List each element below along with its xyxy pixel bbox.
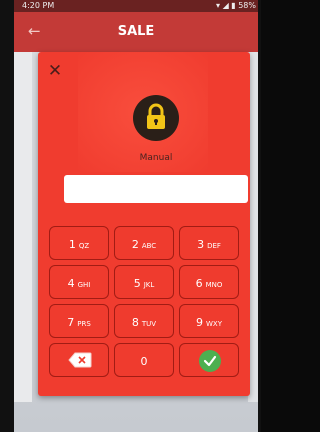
device-screen: 4:20 PM ▾ ◢ ▮ 58% ← SALE ✕ Manual 1 QZ 2… (14, 0, 258, 432)
key-letters: PRS (77, 320, 91, 328)
close-icon[interactable]: ✕ (47, 63, 63, 80)
confirm-key[interactable] (179, 343, 239, 377)
screenshot-frame: 4:20 PM ▾ ◢ ▮ 58% ← SALE ✕ Manual 1 QZ 2… (0, 0, 261, 432)
key-digit: 9 (196, 316, 203, 329)
key-digit: 1 (68, 238, 76, 251)
status-indicators: ▾ ◢ ▮ 58% (216, 1, 256, 10)
key-0[interactable]: 0 (114, 343, 174, 377)
key-letters: ABC (141, 242, 157, 250)
key-3[interactable]: 3 DEF (179, 226, 239, 260)
key-letters: WXY (206, 320, 222, 328)
key-letters: QZ (78, 242, 90, 250)
status-bar: 4:20 PM ▾ ◢ ▮ 58% (14, 0, 258, 12)
key-digit: 4 (67, 277, 75, 290)
key-7[interactable]: 7 PRS (49, 304, 109, 338)
status-time: 4:20 PM (22, 1, 55, 10)
page-title: SALE (117, 24, 155, 39)
app-bar: ← SALE (14, 12, 258, 52)
background-panel-left (14, 52, 32, 402)
backspace-icon (68, 352, 92, 368)
key-letters: GHI (77, 281, 91, 289)
key-digit: 5 (133, 277, 141, 290)
key-digit: 8 (131, 316, 139, 329)
key-6[interactable]: 6 MNO (179, 265, 239, 299)
key-letters: TUV (141, 320, 157, 328)
key-letters: JKL (143, 281, 155, 289)
key-2[interactable]: 2 ABC (114, 226, 174, 260)
key-digit: 0 (140, 355, 148, 368)
key-digit: 3 (197, 238, 205, 251)
pin-input[interactable] (64, 175, 248, 203)
padlock-icon (133, 95, 179, 141)
key-digit: 7 (67, 316, 75, 329)
key-digit: 6 (195, 277, 203, 290)
pin-entry-dialog: ✕ Manual 1 QZ 2 ABC 3 DEF 4 GHI 5 JKL 6 … (38, 52, 250, 396)
delete-key[interactable] (49, 343, 109, 377)
key-4[interactable]: 4 GHI (49, 265, 109, 299)
check-icon (199, 350, 221, 372)
key-9[interactable]: 9 WXY (179, 304, 239, 338)
key-1[interactable]: 1 QZ (49, 226, 109, 260)
key-letters: DEF (207, 242, 221, 250)
key-digit: 2 (131, 238, 139, 251)
key-letters: MNO (205, 281, 223, 289)
entry-mode-label: Manual (139, 153, 173, 163)
key-5[interactable]: 5 JKL (114, 265, 174, 299)
key-8[interactable]: 8 TUV (114, 304, 174, 338)
